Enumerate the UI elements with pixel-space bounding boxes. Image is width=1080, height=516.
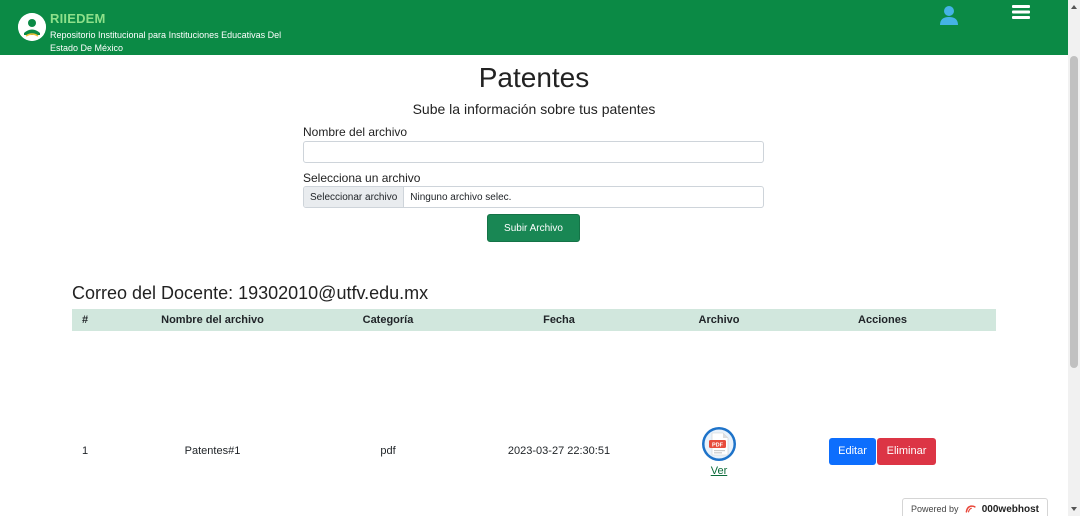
teacher-email-heading: Correo del Docente: 19302010@utfv.edu.mx: [72, 283, 429, 303]
table-header-row: # Nombre del archivo Categoría Fecha Arc…: [72, 309, 996, 331]
page-subtitle: Sube la información sobre tus patentes: [412, 101, 656, 117]
choose-file-button[interactable]: Seleccionar archivo: [304, 187, 405, 207]
cell-file-name: Patentes#1: [184, 445, 241, 457]
upload-file-button[interactable]: Subir Archivo: [487, 214, 580, 242]
vertical-scrollbar[interactable]: [1068, 0, 1080, 516]
file-name-label: Nombre del archivo: [303, 125, 408, 139]
brand-title[interactable]: RIIEDEM: [50, 11, 106, 26]
hamburger-menu-icon[interactable]: [1010, 3, 1032, 21]
000webhost-logo-icon: [965, 505, 976, 513]
table-row: 1 Patentes#1 pdf 2023-03-27 22:30:51 PDF: [72, 421, 996, 481]
cell-file: PDF Ver: [669, 421, 769, 481]
svg-text:PDF: PDF: [712, 442, 724, 448]
edit-button[interactable]: Editar: [829, 437, 876, 465]
file-status-text: Ninguno archivo selec.: [410, 191, 512, 203]
webhost-brand: 000webhost: [981, 503, 1039, 515]
scroll-thumb[interactable]: [1070, 56, 1078, 368]
column-header-number: #: [72, 309, 98, 331]
user-icon[interactable]: [938, 4, 960, 26]
column-header-name: Nombre del archivo: [98, 309, 327, 331]
cell-actions: Editar Eliminar: [769, 421, 996, 481]
page: RIIEDEM Repositorio Institucional para I…: [0, 0, 1080, 516]
delete-button[interactable]: Eliminar: [877, 437, 936, 465]
file-select-label: Selecciona un archivo: [303, 171, 421, 185]
column-header-actions: Acciones: [769, 309, 996, 331]
file-picker[interactable]: Seleccionar archivo Ninguno archivo sele…: [303, 186, 764, 208]
file-name-input[interactable]: [303, 141, 764, 163]
page-title: Patentes: [478, 62, 590, 93]
files-table: # Nombre del archivo Categoría Fecha Arc…: [72, 309, 996, 481]
view-file-link[interactable]: Ver: [711, 465, 728, 477]
table-spacer-row: [72, 331, 996, 421]
scroll-down-arrow-icon[interactable]: [1068, 502, 1080, 516]
column-header-file: Archivo: [669, 309, 769, 331]
riiedem-logo[interactable]: [18, 13, 46, 41]
cell-date: 2023-03-27 22:30:51: [507, 445, 611, 457]
cell-number: 1: [81, 445, 89, 457]
brand-subtitle: Repositorio Institucional para Instituci…: [50, 30, 282, 53]
top-navbar: RIIEDEM Repositorio Institucional para I…: [0, 0, 1068, 55]
column-header-date: Fecha: [449, 309, 669, 331]
column-header-category: Categoría: [327, 309, 449, 331]
powered-by-label: Powered by: [911, 504, 959, 514]
pdf-file-icon[interactable]: PDF: [701, 426, 737, 462]
cell-category: pdf: [380, 445, 396, 457]
scroll-up-arrow-icon[interactable]: [1068, 0, 1080, 14]
powered-by-badge[interactable]: Powered by 000webhost: [902, 498, 1048, 516]
